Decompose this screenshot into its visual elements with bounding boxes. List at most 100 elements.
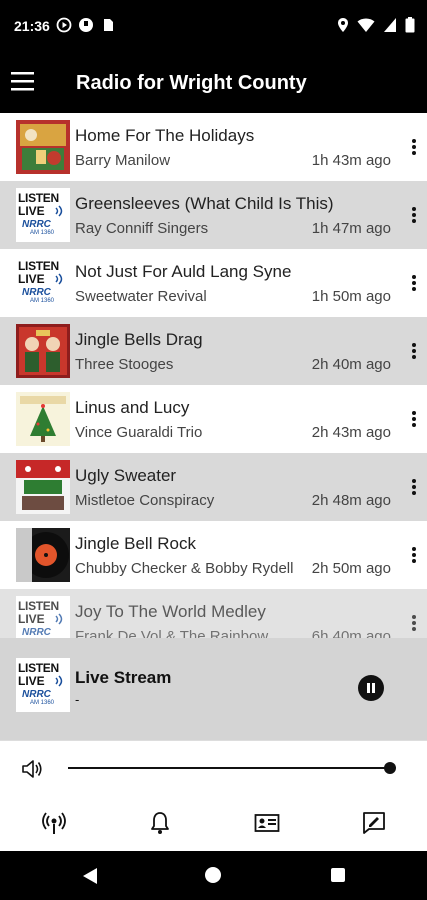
recent-tracks-list[interactable]: Home For The Holidays Barry Manilow 1h 4… [0,113,427,638]
wifi-icon [357,18,375,32]
track-artist: Barry Manilow [75,152,171,169]
battery-icon [405,17,415,33]
track-row[interactable]: Jingle Bells Drag Three Stooges 2h 40m a… [0,317,427,385]
track-title: Jingle Bell Rock [75,534,196,553]
track-row[interactable]: Ugly Sweater Mistletoe Conspiracy 2h 48m… [0,453,427,521]
track-artist: Frank De Vol & The Rainbow [75,628,269,638]
broadcast-waves-icon [55,675,63,687]
track-artist: Mistletoe Conspiracy [75,492,215,509]
stooges-album-art [16,324,70,378]
recent-apps-icon[interactable] [331,868,345,882]
more-vert-icon[interactable] [411,274,417,292]
system-icons [337,17,415,33]
broadcast-waves-icon [55,273,63,285]
volume-slider-thumb[interactable] [384,762,396,774]
app-title: Radio for Wright County [76,72,307,94]
track-artist: Three Stooges [75,356,174,373]
now-playing-title: Live Stream [75,668,172,687]
volume-icon[interactable] [20,758,44,780]
track-time-ago: 2h 48m ago [311,492,391,509]
logo-line2: LIVE [18,204,45,218]
listen-live-logo: LISTEN LIVE NRRC AM 1360 [16,596,70,638]
record-album-art [16,528,70,582]
logo-line1: LISTEN [18,259,59,273]
listen-live-logo: LISTEN LIVE NRRC AM 1360 [16,658,70,712]
track-title: Not Just For Auld Lang Syne [75,262,292,281]
track-time-ago: 1h 43m ago [311,152,391,169]
notification-icons [56,17,116,33]
logo-sub: AM 1360 [30,230,55,236]
logo-line1: LISTEN [18,599,59,613]
track-row[interactable]: Jingle Bell Rock Chubby Checker & Bobby … [0,521,427,589]
signal-icon [384,18,396,32]
more-vert-icon[interactable] [411,138,417,156]
system-navigation-bar [0,851,427,900]
logo-brand: NRRC [22,689,51,700]
track-title: Joy To The World Medley [75,602,266,621]
menu-icon[interactable] [10,68,36,94]
now-playing-subtitle: - [75,692,80,707]
track-artist: Sweetwater Revival [75,288,207,305]
logo-line1: LISTEN [18,191,59,205]
more-vert-icon[interactable] [411,478,417,496]
back-icon[interactable] [82,867,98,885]
volume-bar [0,740,427,796]
track-title: Home For The Holidays [75,126,255,145]
track-title: Linus and Lucy [75,398,190,417]
track-time-ago: 2h 40m ago [311,356,391,373]
track-row[interactable]: Home For The Holidays Barry Manilow 1h 4… [0,113,427,181]
charlie-brown-album-art [16,392,70,446]
track-row[interactable]: LISTEN LIVE NRRC AM 1360 Not Just For Au… [0,249,427,317]
broadcast-waves-icon [55,205,63,217]
bell-icon[interactable] [147,810,173,836]
listen-live-logo: LISTEN LIVE NRRC AM 1360 [16,256,70,310]
logo-brand: NRRC [22,287,51,298]
sd-card-icon [104,19,113,31]
now-playing-bar[interactable]: LISTEN LIVE NRRC AM 1360 Live Stream - [0,638,427,740]
status-time: 21:36 [14,18,50,34]
podcast-icon[interactable] [41,810,67,836]
logo-sub: AM 1360 [30,298,55,304]
more-vert-icon[interactable] [411,342,417,360]
home-icon[interactable] [205,867,221,883]
track-time-ago: 1h 50m ago [311,288,391,305]
track-row[interactable]: LISTEN LIVE NRRC AM 1360 Greensleeves (W… [0,181,427,249]
logo-line1: LISTEN [18,661,59,675]
track-artist: Chubby Checker & Bobby Rydell [75,560,294,577]
track-time-ago: 1h 47m ago [311,220,391,237]
broadcast-waves-icon [55,613,63,625]
track-title: Ugly Sweater [75,466,177,485]
track-artist: Ray Conniff Singers [75,220,209,237]
more-vert-icon[interactable] [411,410,417,428]
more-vert-icon[interactable] [411,206,417,224]
track-time-ago: 2h 50m ago [311,560,391,577]
track-time-ago: 6h 40m ago [311,628,391,638]
logo-line2: LIVE [18,272,45,286]
logo-brand: NRRC [22,219,51,230]
logo-line2: LIVE [18,674,45,688]
holiday-album-art [16,120,70,174]
more-vert-icon[interactable] [411,546,417,564]
location-icon [338,18,348,32]
pause-button[interactable] [358,675,384,701]
track-time-ago: 2h 43m ago [311,424,391,441]
logo-sub: AM 1360 [30,700,55,706]
track-row[interactable]: LISTEN LIVE NRRC AM 1360 Joy To The Worl… [0,589,427,638]
pocket-icon [79,18,93,32]
contact-card-icon[interactable] [254,810,280,836]
logo-line2: LIVE [18,612,45,626]
mistletoe-album-art [16,460,70,514]
volume-slider-track[interactable] [68,767,390,769]
more-vert-icon[interactable] [411,614,417,632]
bottom-navigation [0,796,427,851]
logo-brand: NRRC [22,627,51,638]
track-row[interactable]: Linus and Lucy Vince Guaraldi Trio 2h 43… [0,385,427,453]
track-artist: Vince Guaraldi Trio [75,424,203,441]
media-icon [56,17,72,33]
chat-icon[interactable] [361,810,387,836]
track-title: Greensleeves (What Child Is This) [75,194,334,213]
status-bar: 21:36 [0,0,427,52]
app-bar: Radio for Wright County [0,52,427,113]
listen-live-logo: LISTEN LIVE NRRC AM 1360 [16,188,70,242]
track-title: Jingle Bells Drag [75,330,203,349]
